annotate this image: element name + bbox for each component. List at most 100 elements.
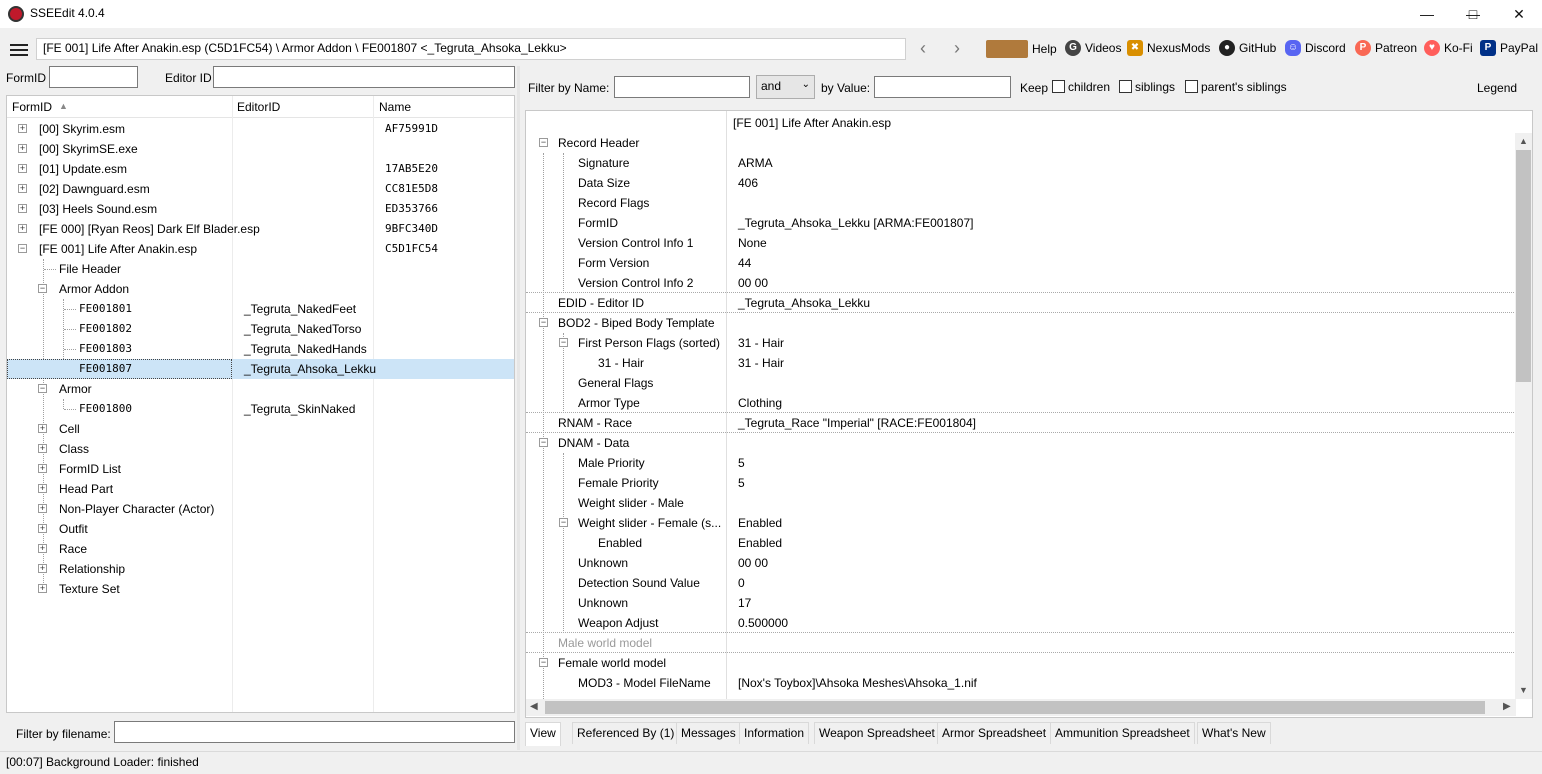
- help-link[interactable]: Help: [986, 40, 1057, 58]
- view-row[interactable]: Form Version 44: [526, 253, 1516, 273]
- tree-item[interactable]: + FormID List: [7, 459, 514, 479]
- view-row[interactable]: FormID _Tegruta_Ahsoka_Lekku [ARMA:FE0018…: [526, 213, 1516, 233]
- expand-icon[interactable]: +: [38, 464, 47, 473]
- menu-icon[interactable]: [10, 44, 28, 56]
- view-row[interactable]: Version Control Info 2 00 00: [526, 273, 1516, 293]
- tab-armor-spreadsheet[interactable]: Armor Spreadsheet: [937, 722, 1052, 744]
- collapse-icon[interactable]: −: [539, 438, 548, 447]
- expand-icon[interactable]: +: [18, 184, 27, 193]
- scroll-down-icon[interactable]: ▼: [1519, 685, 1528, 695]
- record-path[interactable]: [FE 001] Life After Anakin.esp (C5D1FC54…: [36, 38, 906, 60]
- collapse-icon[interactable]: −: [38, 384, 47, 393]
- view-row[interactable]: General Flags: [526, 373, 1516, 393]
- view-row[interactable]: − Weight slider - Female (s... Enabled: [526, 513, 1516, 533]
- github-link[interactable]: ● GitHub: [1219, 40, 1276, 56]
- view-row[interactable]: − BOD2 - Biped Body Template: [526, 313, 1516, 333]
- view-row[interactable]: RNAM - Race _Tegruta_Race "Imperial" [RAC…: [526, 413, 1516, 433]
- record-tree[interactable]: FormID ▲ EditorID Name + [00] Skyrim.esm…: [6, 95, 515, 713]
- collapse-icon[interactable]: −: [539, 138, 548, 147]
- forward-arrow-icon[interactable]: ›: [954, 38, 960, 59]
- editorid-input[interactable]: [213, 66, 515, 88]
- keep-children-checkbox[interactable]: children: [1052, 80, 1110, 94]
- tree-item[interactable]: − Armor: [7, 379, 514, 399]
- collapse-icon[interactable]: −: [559, 338, 568, 347]
- record-view[interactable]: [FE 001] Life After Anakin.esp − Record H…: [525, 110, 1533, 718]
- tree-item[interactable]: + Head Part: [7, 479, 514, 499]
- expand-icon[interactable]: +: [38, 584, 47, 593]
- tree-item[interactable]: FE001800 _Tegruta_SkinNaked: [7, 399, 514, 419]
- expand-icon[interactable]: +: [38, 504, 47, 513]
- collapse-icon[interactable]: −: [539, 318, 548, 327]
- filter-value-input[interactable]: [874, 76, 1011, 98]
- view-row[interactable]: Unknown 00 00: [526, 553, 1516, 573]
- minimize-button-2[interactable]: —: [1404, 0, 1450, 28]
- expand-icon[interactable]: +: [38, 544, 47, 553]
- filter-name-input[interactable]: [614, 76, 750, 98]
- back-arrow-icon[interactable]: ‹: [920, 38, 926, 59]
- view-row[interactable]: 31 - Hair 31 - Hair: [526, 353, 1516, 373]
- view-row[interactable]: − First Person Flags (sorted) 31 - Hair: [526, 333, 1516, 353]
- view-row[interactable]: MOD3 - Model FileName [Nox's Toybox]\Ahso…: [526, 673, 1516, 693]
- view-row[interactable]: − Record Header: [526, 133, 1516, 153]
- keep-siblings-checkbox[interactable]: siblings: [1119, 80, 1175, 94]
- scroll-up-icon[interactable]: ▲: [1519, 136, 1528, 146]
- tab-ammunition-spreadsheet[interactable]: Ammunition Spreadsheet: [1050, 722, 1195, 744]
- tree-item-selected[interactable]: FE001807 _Tegruta_Ahsoka_Lekku: [7, 359, 514, 379]
- view-row[interactable]: − DNAM - Data: [526, 433, 1516, 453]
- videos-link[interactable]: G Videos: [1065, 40, 1121, 56]
- view-row[interactable]: EDID - Editor ID _Tegruta_Ahsoka_Lekku: [526, 293, 1516, 313]
- view-row[interactable]: Data Size 406: [526, 173, 1516, 193]
- tree-item[interactable]: + [00] Skyrim.esm AF75991D: [7, 119, 514, 139]
- collapse-icon[interactable]: −: [539, 658, 548, 667]
- tab-referenced-by[interactable]: Referenced By (1): [572, 722, 680, 744]
- expand-icon[interactable]: +: [18, 204, 27, 213]
- view-row[interactable]: Signature ARMA: [526, 153, 1516, 173]
- tree-item[interactable]: + [FE 000] [Ryan Reos] Dark Elf Blader.e…: [7, 219, 514, 239]
- tree-item[interactable]: + [02] Dawnguard.esm CC81E5D8: [7, 179, 514, 199]
- filename-filter-input[interactable]: [114, 721, 515, 743]
- expand-icon[interactable]: +: [38, 564, 47, 573]
- tree-item[interactable]: + Non-Player Character (Actor): [7, 499, 514, 519]
- tree-item[interactable]: + Outfit: [7, 519, 514, 539]
- tree-item[interactable]: + [03] Heels Sound.esm ED353766: [7, 199, 514, 219]
- keep-parents-siblings-checkbox[interactable]: parent's siblings: [1185, 80, 1287, 94]
- paypal-link[interactable]: P PayPal: [1480, 40, 1538, 56]
- tab-view[interactable]: View: [525, 722, 561, 746]
- legend-button[interactable]: Legend: [1477, 81, 1517, 95]
- view-row[interactable]: Armor Type Clothing: [526, 393, 1516, 413]
- tab-weapon-spreadsheet[interactable]: Weapon Spreadsheet: [814, 722, 940, 744]
- column-formid[interactable]: FormID: [12, 100, 52, 114]
- maximize-button[interactable]: □: [1450, 0, 1496, 28]
- view-row[interactable]: Unknown 17: [526, 593, 1516, 613]
- expand-icon[interactable]: +: [38, 444, 47, 453]
- collapse-icon[interactable]: −: [18, 244, 27, 253]
- expand-icon[interactable]: +: [18, 144, 27, 153]
- tree-item[interactable]: File Header: [7, 259, 514, 279]
- expand-icon[interactable]: +: [38, 424, 47, 433]
- tab-whats-new[interactable]: What's New: [1197, 722, 1271, 744]
- tree-item[interactable]: FE001802 _Tegruta_NakedTorso: [7, 319, 514, 339]
- column-editorid[interactable]: EditorID: [237, 100, 280, 114]
- patreon-link[interactable]: P Patreon: [1355, 40, 1417, 56]
- discord-link[interactable]: ☺ Discord: [1285, 40, 1346, 56]
- tree-item[interactable]: + [00] SkyrimSE.exe: [7, 139, 514, 159]
- view-row-disabled[interactable]: Male world model: [526, 633, 1516, 653]
- splitter[interactable]: [517, 66, 520, 750]
- tree-item[interactable]: FE001803 _Tegruta_NakedHands: [7, 339, 514, 359]
- collapse-icon[interactable]: −: [38, 284, 47, 293]
- expand-icon[interactable]: +: [38, 524, 47, 533]
- scroll-left-icon[interactable]: ◀: [530, 701, 538, 712]
- expand-icon[interactable]: +: [18, 164, 27, 173]
- view-row[interactable]: Version Control Info 1 None: [526, 233, 1516, 253]
- view-row[interactable]: Detection Sound Value 0: [526, 573, 1516, 593]
- tree-item[interactable]: − [FE 001] Life After Anakin.esp C5D1FC5…: [7, 239, 514, 259]
- tree-item[interactable]: FE001801 _Tegruta_NakedFeet: [7, 299, 514, 319]
- expand-icon[interactable]: +: [18, 124, 27, 133]
- tree-item[interactable]: + Relationship: [7, 559, 514, 579]
- tab-messages[interactable]: Messages: [676, 722, 741, 744]
- expand-icon[interactable]: +: [18, 224, 27, 233]
- formid-input[interactable]: [49, 66, 138, 88]
- vertical-scroll-thumb[interactable]: [1516, 150, 1531, 382]
- tree-item[interactable]: − Armor Addon: [7, 279, 514, 299]
- view-row[interactable]: Male Priority 5: [526, 453, 1516, 473]
